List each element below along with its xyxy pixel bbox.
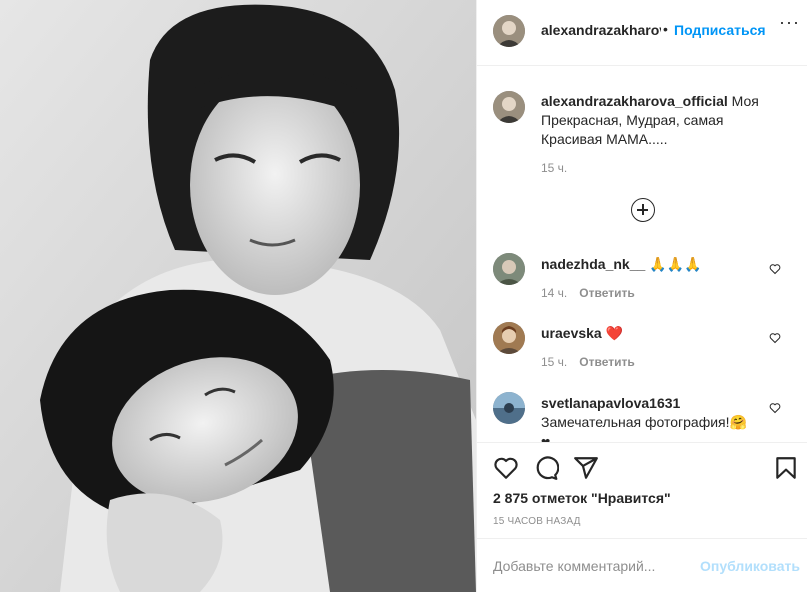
comment-time: 15 ч. [541, 355, 568, 369]
post-photo[interactable] [0, 0, 476, 592]
follow-button[interactable]: Подписаться [674, 22, 766, 38]
comment-body: 🙏🙏🙏 [645, 256, 702, 272]
comments-list[interactable]: alexandrazakharova_official Моя Прекрасн… [477, 67, 807, 442]
add-comment-bar: Опубликовать [477, 538, 807, 592]
more-options-icon[interactable]: ··· [779, 12, 800, 33]
caption-text: alexandrazakharova_official Моя Прекрасн… [541, 92, 761, 149]
comment-input[interactable] [493, 553, 683, 579]
comment-like-heart-icon[interactable] [769, 402, 781, 414]
reply-button[interactable]: Ответить [579, 286, 634, 300]
photo-image [0, 0, 476, 592]
comment-item: nadezhda_nk__ 🙏🙏🙏 14 ч. Ответить [477, 253, 807, 313]
post-header: alexandrazakharov • Подписаться ··· [477, 0, 807, 66]
comment-text: uraevska ❤️ [541, 324, 767, 343]
comment-avatar-image [493, 392, 525, 424]
bookmark-icon[interactable] [773, 455, 799, 481]
comment-item: svetlanapavlova1631 Замечательная фотогр… [477, 392, 807, 442]
caption-time: 15 ч. [541, 161, 568, 175]
header-separator: • [663, 21, 668, 37]
caption-avatar-image [493, 91, 525, 123]
comment-icon[interactable] [533, 455, 559, 481]
comment-avatar[interactable] [493, 253, 525, 285]
comment-username[interactable]: nadezhda_nk__ [541, 256, 645, 272]
caption-avatar[interactable] [493, 91, 525, 123]
comment-meta: 14 ч. Ответить [541, 286, 635, 300]
author-username[interactable]: alexandrazakharov [541, 22, 661, 38]
comment-avatar[interactable] [493, 392, 525, 424]
comment-like-heart-icon[interactable] [769, 332, 781, 344]
reply-button[interactable]: Ответить [579, 355, 634, 369]
comment-like-heart-icon[interactable] [769, 263, 781, 275]
post-side-panel: alexandrazakharov • Подписаться ··· alex… [476, 0, 807, 592]
publish-button[interactable]: Опубликовать [700, 558, 800, 574]
share-icon[interactable] [573, 455, 599, 481]
author-avatar[interactable] [493, 15, 525, 47]
caption-username[interactable]: alexandrazakharova_official [541, 93, 728, 109]
comment-username[interactable]: svetlanapavlova1631 [541, 395, 680, 411]
comment-avatar-image [493, 322, 525, 354]
comment-username[interactable]: uraevska [541, 325, 602, 341]
likes-count[interactable]: 2 875 отметок "Нравится" [493, 490, 671, 506]
comment-avatar-image [493, 253, 525, 285]
post-timestamp: 15 часов назад [493, 516, 581, 527]
comment-time: 14 ч. [541, 286, 568, 300]
comment-body: Замечательная фотография!🤗 [541, 414, 747, 430]
author-avatar-image [493, 15, 525, 47]
comment-item: uraevska ❤️ 15 ч. Ответить [477, 322, 807, 382]
comment-text: svetlanapavlova1631 Замечательная фотогр… [541, 394, 767, 442]
comment-meta: 15 ч. Ответить [541, 355, 635, 369]
comment-body: ❤️ [601, 325, 624, 341]
comment-avatar[interactable] [493, 322, 525, 354]
load-more-comments-icon[interactable] [631, 198, 655, 222]
comment-text: nadezhda_nk__ 🙏🙏🙏 [541, 255, 767, 274]
heart-icon[interactable] [493, 455, 519, 481]
